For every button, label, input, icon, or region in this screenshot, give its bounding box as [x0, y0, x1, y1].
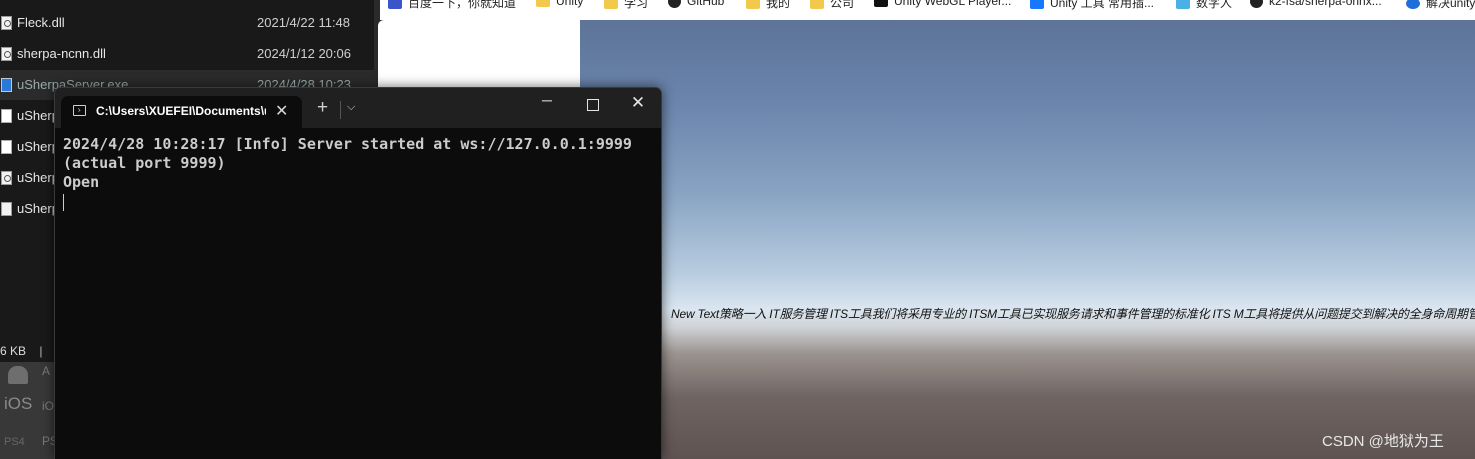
bookmark-item[interactable]: 解决unity [1406, 0, 1475, 14]
android-icon[interactable] [8, 366, 28, 384]
bookmark-label: 数字人 [1196, 0, 1233, 10]
bookmark-label: 学习 [624, 0, 649, 10]
bookmark-label: GitHub [687, 0, 725, 8]
gear-file-icon [1, 16, 12, 30]
blank-file-icon [1, 202, 12, 216]
selection-size: 6 KB [0, 344, 27, 358]
github-icon [1250, 0, 1263, 9]
file-date: 2024/1/12 20:06 [257, 46, 351, 61]
baidu-icon [388, 0, 402, 10]
bookmark-label: Unity 工具 常用插... [1050, 0, 1155, 10]
unity-game-view[interactable] [580, 20, 1475, 459]
game-text-label: New Text策略一入 IT服务管理 ITS工具我们将采用专业的 ITSM工具… [671, 307, 1475, 321]
explorer-status-bar: 6 KB | [0, 344, 42, 358]
tab-divider [340, 101, 341, 119]
bookmark-label: 百度一下，你就知道 [408, 0, 517, 10]
file-name: Fleck.dll [17, 15, 65, 30]
file-name: uSherp [17, 108, 59, 123]
folder-icon [810, 0, 824, 10]
tab-close-icon[interactable]: ✕ [275, 101, 288, 121]
file-date: 2021/4/22 11:48 [257, 15, 351, 30]
bookmark-label: 公司 [830, 0, 855, 10]
ps4-icon[interactable]: PS4 [4, 436, 25, 448]
file-name: uSherp [17, 139, 59, 154]
bookmark-label: k2-fsa/sherpa-onnx... [1269, 0, 1382, 8]
unity-file-icon [1, 140, 12, 154]
text-cursor [63, 192, 643, 216]
bookmark-label: Unity WebGL Player... [894, 0, 1012, 8]
ios-icon[interactable]: iOS [4, 394, 32, 414]
console-line: Open [63, 173, 100, 191]
file-name: uSherp [17, 170, 59, 185]
edge-icon [1406, 0, 1420, 10]
file-row[interactable]: Fleck.dll 2021/4/22 11:48 [0, 8, 374, 38]
unity-file-icon [1, 109, 12, 123]
file-name: uSherp [17, 201, 59, 216]
bookmark-label: 解决unity [1426, 0, 1475, 10]
maximize-button[interactable] [573, 96, 613, 114]
maximize-icon [587, 99, 599, 111]
file-name: sherpa-ncnn.dll [17, 46, 106, 61]
terminal-tab[interactable]: C:\Users\XUEFEI\Documents\uSherpaServer … [61, 96, 302, 128]
bookmark-item[interactable]: k2-fsa/sherpa-onnx... [1250, 0, 1382, 14]
close-window-button[interactable]: ✕ [618, 93, 658, 113]
bookmark-item[interactable]: 学习 [604, 0, 648, 14]
bookmark-item[interactable]: 我的 [746, 0, 790, 14]
bookmarks-bar: 百度一下，你就知道 Unity 学习 GitHub 我的 公司 Unity We… [380, 0, 1475, 20]
github-icon [668, 0, 681, 9]
build-platform-list: A iOS iO PS4 PS [0, 362, 60, 459]
chevron-down-icon[interactable]: ⌵ [347, 101, 355, 114]
bookmark-label: 我的 [766, 0, 791, 10]
bookmark-item[interactable]: GitHub [668, 0, 724, 14]
gear-file-icon [1, 171, 12, 185]
bookmark-item[interactable]: Unity [536, 0, 583, 14]
console-output[interactable]: 2024/4/28 10:28:17 [Info] Server started… [63, 135, 643, 216]
shuziren-icon [1176, 0, 1190, 10]
console-line: 2024/4/28 10:28:17 [Info] Server started… [63, 135, 632, 153]
cursor-caret [63, 194, 64, 211]
terminal-window[interactable]: C:\Users\XUEFEI\Documents\uSherpaServer … [54, 87, 662, 459]
folder-icon [746, 0, 760, 10]
platform-label-ios: iO [42, 399, 54, 413]
minimize-button[interactable]: ─ [527, 92, 567, 108]
bookmark-item[interactable]: 数字人 [1176, 0, 1232, 14]
folder-icon [604, 0, 618, 10]
folder-icon [536, 0, 550, 8]
gear-file-icon [1, 47, 12, 61]
terminal-titlebar[interactable]: C:\Users\XUEFEI\Documents\uSherpaServer … [55, 88, 661, 128]
unity-icon [874, 0, 888, 8]
bookmark-item[interactable]: Unity 工具 常用插... [1030, 0, 1154, 14]
platform-label-android: A [42, 364, 51, 378]
tab-title: C:\Users\XUEFEI\Documents\uSherpaServer [96, 104, 266, 118]
file-row[interactable]: sherpa-ncnn.dll 2024/1/12 20:06 [0, 39, 374, 69]
console-line: (actual port 9999) [63, 154, 226, 172]
bookmark-label: Unity [556, 0, 584, 8]
console-icon [73, 105, 86, 116]
zhihu-icon [1030, 0, 1044, 10]
desktop: Fleck.dll 2021/4/22 11:48 sherpa-ncnn.dl… [0, 0, 1475, 459]
csdn-watermark: CSDN @地狱为王 [1322, 433, 1444, 450]
bookmark-item[interactable]: Unity WebGL Player... [874, 0, 1011, 14]
bookmark-item[interactable]: 百度一下，你就知道 [388, 0, 516, 14]
exe-icon [1, 78, 12, 92]
new-tab-button[interactable]: + [317, 98, 328, 117]
status-separator: | [39, 344, 43, 358]
bookmark-item[interactable]: 公司 [810, 0, 854, 14]
